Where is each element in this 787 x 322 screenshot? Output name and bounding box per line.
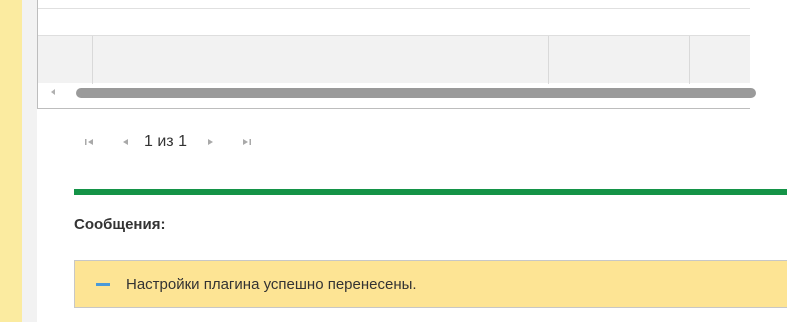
left-panel-border [22,0,37,322]
message-dash-icon [96,282,110,286]
messages-title: Сообщения: [74,216,166,233]
scroll-left-icon[interactable] [51,89,55,95]
horizontal-scrollbar[interactable] [38,85,756,105]
table-row[interactable] [38,35,750,84]
left-panel-strip [0,0,22,322]
next-page-icon[interactable] [202,133,220,151]
column-divider [689,36,690,84]
first-page-icon[interactable] [80,133,98,151]
table-top-line [38,8,750,9]
message-text: Настройки плагина успешно перенесены. [126,275,417,293]
section-divider [74,189,787,195]
column-divider [92,36,93,84]
table [37,0,756,109]
prev-page-icon[interactable] [116,133,134,151]
last-page-icon[interactable] [238,133,256,151]
column-divider [548,36,549,84]
page-indicator: 1 из 1 [144,133,187,150]
message-item[interactable]: Настройки плагина успешно перенесены. [74,260,787,308]
pager: 1 из 1 [80,132,256,152]
scrollbar-thumb[interactable] [76,88,756,98]
